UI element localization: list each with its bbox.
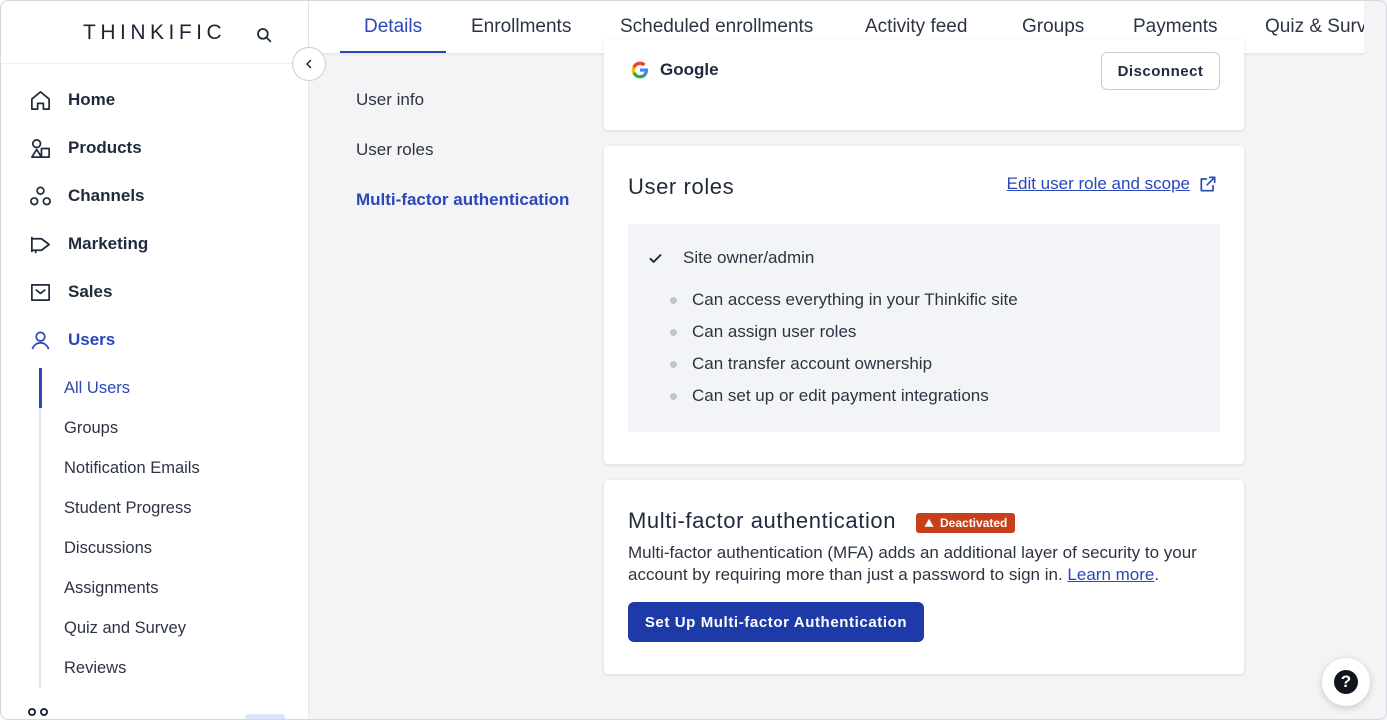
integration-name: Google [660, 60, 719, 79]
section-link-mfa[interactable]: Multi-factor authentication [356, 190, 569, 210]
mfa-card: Multi-factor authentication Deactivated … [604, 480, 1244, 674]
thinkific-logo[interactable]: THINKIFIC [83, 21, 226, 45]
tab-details[interactable]: Details [339, 0, 447, 53]
role-name: Site owner/admin [683, 248, 815, 267]
help-button[interactable]: ? [1322, 658, 1370, 706]
nav-item-users[interactable]: Users [0, 316, 308, 364]
setup-mfa-button[interactable]: Set Up Multi-factor Authentication [628, 602, 924, 642]
subnav-item-discussions[interactable]: Discussions [41, 528, 307, 568]
nav-item-products[interactable]: Products [0, 124, 308, 172]
nav-item-marketing[interactable]: Marketing [0, 220, 308, 268]
warning-icon [924, 518, 934, 527]
status-badge: Deactivated [916, 513, 1016, 533]
nav-item-label: Marketing [68, 234, 149, 253]
nav-item-channels[interactable]: Channels [0, 172, 308, 220]
nav-badge [245, 714, 285, 720]
chevron-left-icon [306, 59, 312, 69]
users-subnav: All Users Groups Notification Emails Stu… [39, 368, 307, 688]
google-icon [631, 61, 648, 79]
next-nav-item-icon[interactable] [28, 708, 48, 716]
bullet-icon [670, 296, 677, 304]
products-icon [28, 136, 52, 160]
subnav-item-assignments[interactable]: Assignments [41, 568, 307, 608]
nav-item-label: Home [68, 90, 116, 109]
mfa-description: Multi-factor authentication (MFA) adds a… [628, 543, 1197, 584]
search-button[interactable] [252, 23, 276, 47]
nav-item-label: Channels [68, 186, 145, 205]
role-summary: Site owner/admin Can access everything i… [628, 224, 1220, 432]
user-roles-title: User roles [628, 174, 735, 199]
edit-user-role-link[interactable]: Edit user role and scope [1007, 174, 1218, 194]
subnav-item-notification-emails[interactable]: Notification Emails [41, 448, 307, 488]
permission-item: Can assign user roles [670, 322, 856, 342]
home-icon [28, 88, 52, 112]
bullet-icon [670, 328, 677, 336]
nav-item-label: Products [68, 138, 142, 157]
subnav-item-all-users[interactable]: All Users [39, 368, 307, 408]
nav-item-label: Users [68, 330, 116, 349]
integration-card: Google Disconnect [604, 40, 1244, 130]
google-integration: Google [630, 60, 719, 80]
user-roles-card: User roles Edit user role and scope Site… [604, 146, 1244, 464]
sales-icon [28, 280, 52, 304]
permission-item: Can transfer account ownership [670, 354, 932, 374]
channels-icon [28, 184, 52, 208]
nav-item-label: Sales [68, 282, 113, 301]
nav-item-home[interactable]: Home [0, 76, 308, 124]
section-link-user-info[interactable]: User info [356, 90, 424, 110]
brand-row: THINKIFIC [0, 0, 308, 64]
section-link-user-roles[interactable]: User roles [356, 140, 433, 160]
bullet-icon [670, 392, 677, 400]
sidebar: THINKIFIC Home Products Channels Marketi… [0, 0, 309, 720]
subnav-item-reviews[interactable]: Reviews [41, 648, 307, 688]
edit-user-role-link-label: Edit user role and scope [1006, 174, 1190, 193]
subnav-item-student-progress[interactable]: Student Progress [41, 488, 307, 528]
mfa-title: Multi-factor authentication [628, 508, 897, 533]
user-icon [28, 328, 52, 352]
learn-more-link[interactable]: Learn more [1067, 565, 1154, 584]
nav-item-sales[interactable]: Sales [0, 268, 308, 316]
search-icon [257, 28, 272, 43]
tab-enrollments[interactable]: Enrollments [471, 0, 571, 53]
marketing-icon [28, 232, 52, 256]
subnav-item-groups[interactable]: Groups [41, 408, 307, 448]
external-link-icon [1200, 176, 1216, 192]
main-nav: Home Products Channels Marketing Sales U… [0, 76, 308, 364]
tab-quiz-and-survey[interactable]: Quiz & Surv [1265, 0, 1364, 53]
subnav-item-quiz-and-survey[interactable]: Quiz and Survey [41, 608, 307, 648]
role-header: Site owner/admin [648, 248, 814, 268]
bullet-icon [670, 360, 677, 368]
disconnect-button[interactable]: Disconnect [1101, 52, 1220, 90]
checkmark-icon [649, 253, 662, 263]
permission-item: Can access everything in your Thinkific … [670, 290, 1018, 310]
help-icon: ? [1334, 670, 1358, 694]
permission-item: Can set up or edit payment integrations [670, 386, 989, 406]
collapse-sidebar-button[interactable] [292, 47, 326, 81]
